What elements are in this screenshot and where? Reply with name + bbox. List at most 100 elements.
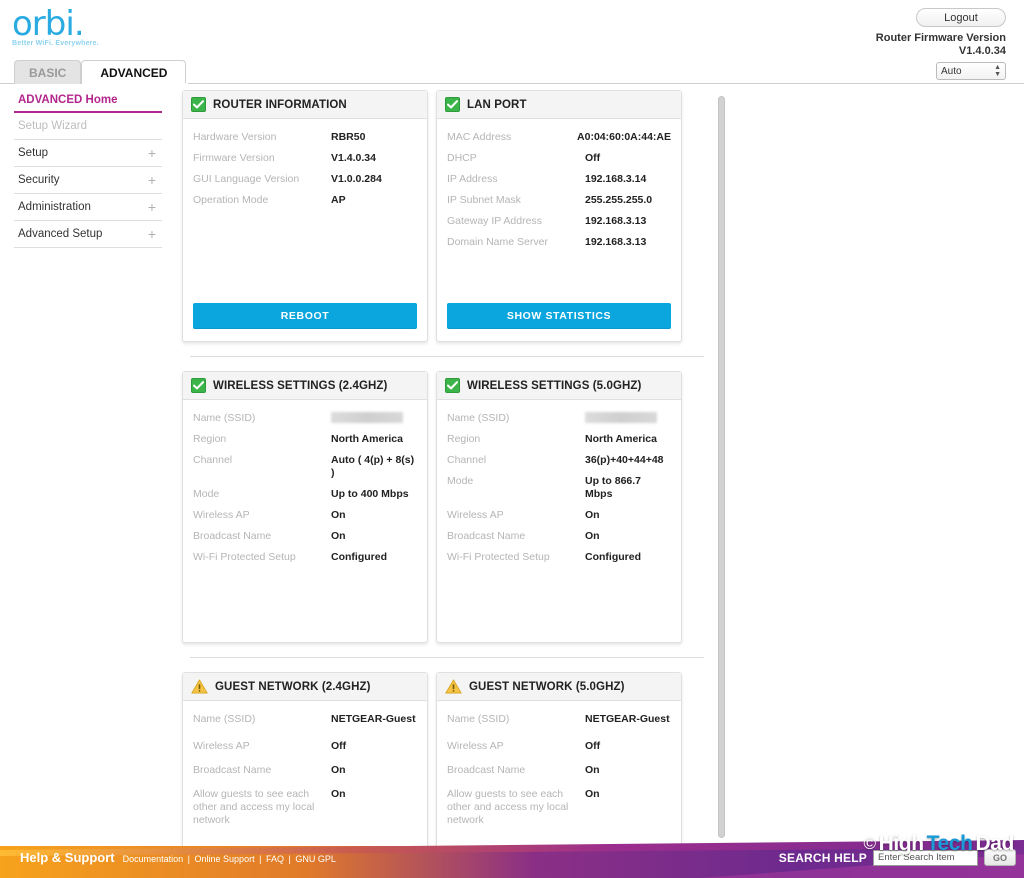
panel-body: Hardware Version RBR50 Firmware Version … [183,119,427,295]
sidebar-item-label: Setup [18,147,49,159]
panel-title: GUEST NETWORK (2.4GHZ) [215,680,371,693]
row-value: On [331,530,346,542]
check-icon [191,378,206,393]
row-value: Off [585,152,601,164]
panel-body: Name (SSID) Region North America Channel… [183,400,427,642]
row-key: Allow guests to see each other and acces… [447,788,569,826]
panel-title: ROUTER INFORMATION [213,98,347,111]
plus-icon[interactable]: + [148,227,158,241]
sidebar-item-advanced-setup[interactable]: Advanced Setup + [14,221,162,248]
sidebar-item-setup[interactable]: Setup + [14,140,162,167]
panel-lan-port: LAN PORT MAC Address A0:04:60:0A:44:AE D… [436,90,682,342]
tab-advanced[interactable]: ADVANCED [81,60,187,84]
logo-wordmark: orbi. [12,4,85,44]
row-value: 192.168.3.13 [585,215,647,227]
logout-button[interactable]: Logout [916,8,1006,27]
info-row: Name (SSID) [447,412,671,425]
row-value: NETGEAR-Guest [331,713,416,725]
info-row: Domain Name Server 192.168.3.13 [447,236,671,249]
panel-spacer [193,215,417,287]
row-key: Operation Mode [193,194,269,206]
panel-spacer [447,572,671,634]
firmware-version-value: V1.4.0.34 [958,45,1006,57]
check-icon [445,97,460,112]
row-key: Region [447,433,481,445]
footer-link-documentation[interactable]: Documentation [122,854,185,864]
row-value: Up to 400 Mbps [331,488,409,500]
row-value: On [331,764,346,776]
row-value: Configured [585,551,641,563]
row-key: Channel [447,454,487,466]
row-value: Auto ( 4(p) + 8(s) ) [331,454,415,479]
language-select[interactable]: Auto ▲ ▼ [936,62,1006,80]
redacted-ssid-bar [331,412,403,423]
row-key: Hardware Version [193,131,277,143]
row-value: Configured [331,551,387,563]
row-key: MAC Address [447,131,512,143]
row-value: RBR50 [331,131,366,143]
warning-icon [445,679,462,694]
info-row: Channel Auto ( 4(p) + 8(s) ) [193,454,417,480]
info-row: Name (SSID) NETGEAR-Guest [193,713,417,726]
sidebar-item-advanced-home[interactable]: ADVANCED Home [14,90,162,113]
footer-link-online-support[interactable]: Online Support [194,854,256,864]
sidebar-item-label: Advanced Setup [18,228,103,240]
tab-basic[interactable]: BASIC [14,60,82,84]
row-value: North America [331,433,403,445]
scrollbar-thumb[interactable] [718,96,725,838]
info-row: Mode Up to 400 Mbps [193,488,417,501]
sidebar-item-administration[interactable]: Administration + [14,194,162,221]
panel-body: MAC Address A0:04:60:0A:44:AE DHCP Off I… [437,119,681,295]
info-row: Broadcast Name On [193,764,417,777]
row-key: Name (SSID) [193,713,256,725]
row-value: On [585,764,600,776]
row-value: 192.168.3.13 [585,236,647,248]
help-support-title: Help & Support [20,850,115,865]
row-value: 255.255.255.0 [585,194,653,206]
panel-spacer [447,257,671,287]
info-row: IP Subnet Mask 255.255.255.0 [447,194,671,207]
row-value: On [585,788,600,800]
panel-title: GUEST NETWORK (5.0GHZ) [469,680,625,693]
row-key: IP Subnet Mask [447,194,521,206]
reboot-button[interactable]: REBOOT [193,303,417,329]
copyright-icon: © [863,834,876,853]
row-key: Name (SSID) [447,713,510,725]
row-key: IP Address [447,173,498,185]
firmware-version-label: Router Firmware Version [875,32,1006,44]
info-row: Wi-Fi Protected Setup Configured [447,551,671,564]
sidebar-item-label: Setup Wizard [18,120,88,132]
info-row: Wireless AP Off [193,740,417,753]
orbi-logo[interactable]: orbi. Better WiFi. Everywhere. [12,6,99,47]
panel-wireless-settings-50ghz: WIRELESS SETTINGS (5.0GHZ) Name (SSID) R… [436,371,682,643]
panel-title: LAN PORT [467,98,527,111]
link-separator: | [288,854,291,864]
row-key: Broadcast Name [193,530,272,542]
content-scrollbar[interactable] [718,96,725,838]
panel-body: Name (SSID) Region North America Channel… [437,400,681,642]
row-value: North America [585,433,657,445]
language-select-value: Auto [941,65,962,77]
row-value-redacted [585,412,671,423]
sidebar-item-security[interactable]: Security + [14,167,162,194]
watermark-dad: Dad [975,832,1015,855]
row-value: On [585,530,600,542]
plus-icon[interactable]: + [148,146,158,160]
row-value: On [585,509,600,521]
plus-icon[interactable]: + [148,173,158,187]
plus-icon[interactable]: + [148,200,158,214]
panel-title: WIRELESS SETTINGS (2.4GHZ) [213,379,388,392]
footer-link-gnu-gpl[interactable]: GNU GPL [294,854,337,864]
info-row: DHCP Off [447,152,671,165]
footer-links: Documentation | Online Support | FAQ | G… [122,854,337,864]
row-key: Region [193,433,227,445]
row-value: AP [331,194,346,206]
row-key: Wireless AP [447,740,504,752]
footer-link-faq[interactable]: FAQ [265,854,285,864]
info-row: Broadcast Name On [447,530,671,543]
warning-icon [191,679,208,694]
panel-router-information: ROUTER INFORMATION Hardware Version RBR5… [182,90,428,342]
sidebar-item-setup-wizard[interactable]: Setup Wizard [14,113,162,140]
show-statistics-button[interactable]: SHOW STATISTICS [447,303,671,329]
row-value: V1.4.0.34 [331,152,376,164]
